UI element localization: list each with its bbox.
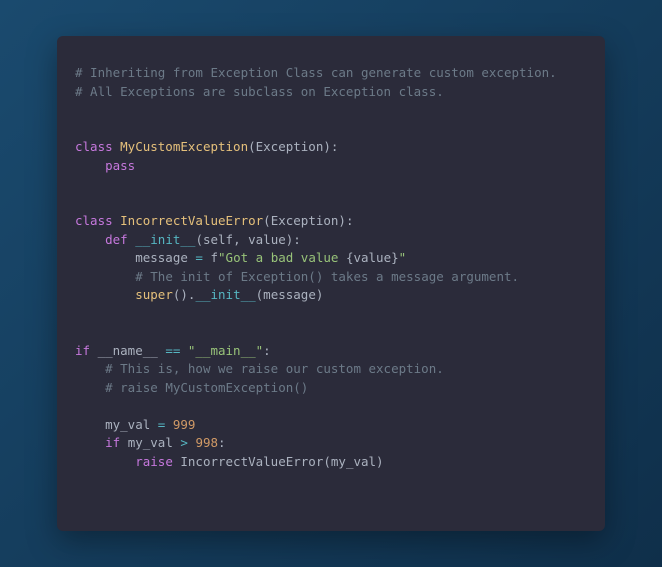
code-token: ): (286, 232, 301, 247)
code-token: if (105, 435, 128, 450)
code-token (165, 417, 173, 432)
code-token: __name__ (98, 343, 166, 358)
code-token: class (75, 213, 120, 228)
code-token: pass (105, 158, 135, 173)
code-token (75, 380, 105, 395)
code-token: : (263, 343, 271, 358)
code-token: {value} (346, 250, 399, 265)
code-token: ( (195, 232, 203, 247)
code-token (75, 287, 135, 302)
code-token: # This is, how we raise our custom excep… (105, 361, 444, 376)
code-token: ): (323, 139, 338, 154)
code-token: "Got a bad value (218, 250, 346, 265)
code-token: > (180, 435, 188, 450)
code-token: 998 (195, 435, 218, 450)
code-token: "__main__" (188, 343, 263, 358)
code-token: self, value (203, 232, 286, 247)
code-token: # raise MyCustomException() (105, 380, 308, 395)
code-token (180, 343, 188, 358)
code-token: 999 (173, 417, 196, 432)
code-token: ): (338, 213, 353, 228)
code-token (75, 435, 105, 450)
code-token: IncorrectValueError (120, 213, 263, 228)
code-token: # Inheriting from Exception Class can ge… (75, 65, 557, 80)
code-token: my_val (75, 417, 158, 432)
code-block: # Inheriting from Exception Class can ge… (75, 64, 587, 471)
code-card: # Inheriting from Exception Class can ge… (57, 36, 605, 531)
code-token: def (105, 232, 135, 247)
code-token (75, 269, 135, 284)
code-token: if (75, 343, 98, 358)
code-token: (my_val) (323, 454, 383, 469)
code-token: IncorrectValueError (180, 454, 323, 469)
code-token: raise (135, 454, 180, 469)
code-token (75, 158, 105, 173)
code-token (75, 232, 105, 247)
code-token: MyCustomException (120, 139, 248, 154)
code-token: == (165, 343, 180, 358)
code-token: # The init of Exception() takes a messag… (135, 269, 519, 284)
code-token: (message) (256, 287, 324, 302)
code-token: # All Exceptions are subclass on Excepti… (75, 84, 444, 99)
code-token: : (218, 435, 226, 450)
code-token: f (203, 250, 218, 265)
code-token: __init__ (195, 287, 255, 302)
code-token: Exception (271, 213, 339, 228)
code-token: = (195, 250, 203, 265)
code-token: Exception (256, 139, 324, 154)
code-token: " (399, 250, 407, 265)
code-token (75, 454, 135, 469)
code-token: ( (248, 139, 256, 154)
code-token: (). (173, 287, 196, 302)
code-token: __init__ (135, 232, 195, 247)
code-token: my_val (128, 435, 181, 450)
code-token: ( (263, 213, 271, 228)
code-token (75, 361, 105, 376)
code-token: class (75, 139, 120, 154)
code-token: message (75, 250, 195, 265)
code-token: super (135, 287, 173, 302)
